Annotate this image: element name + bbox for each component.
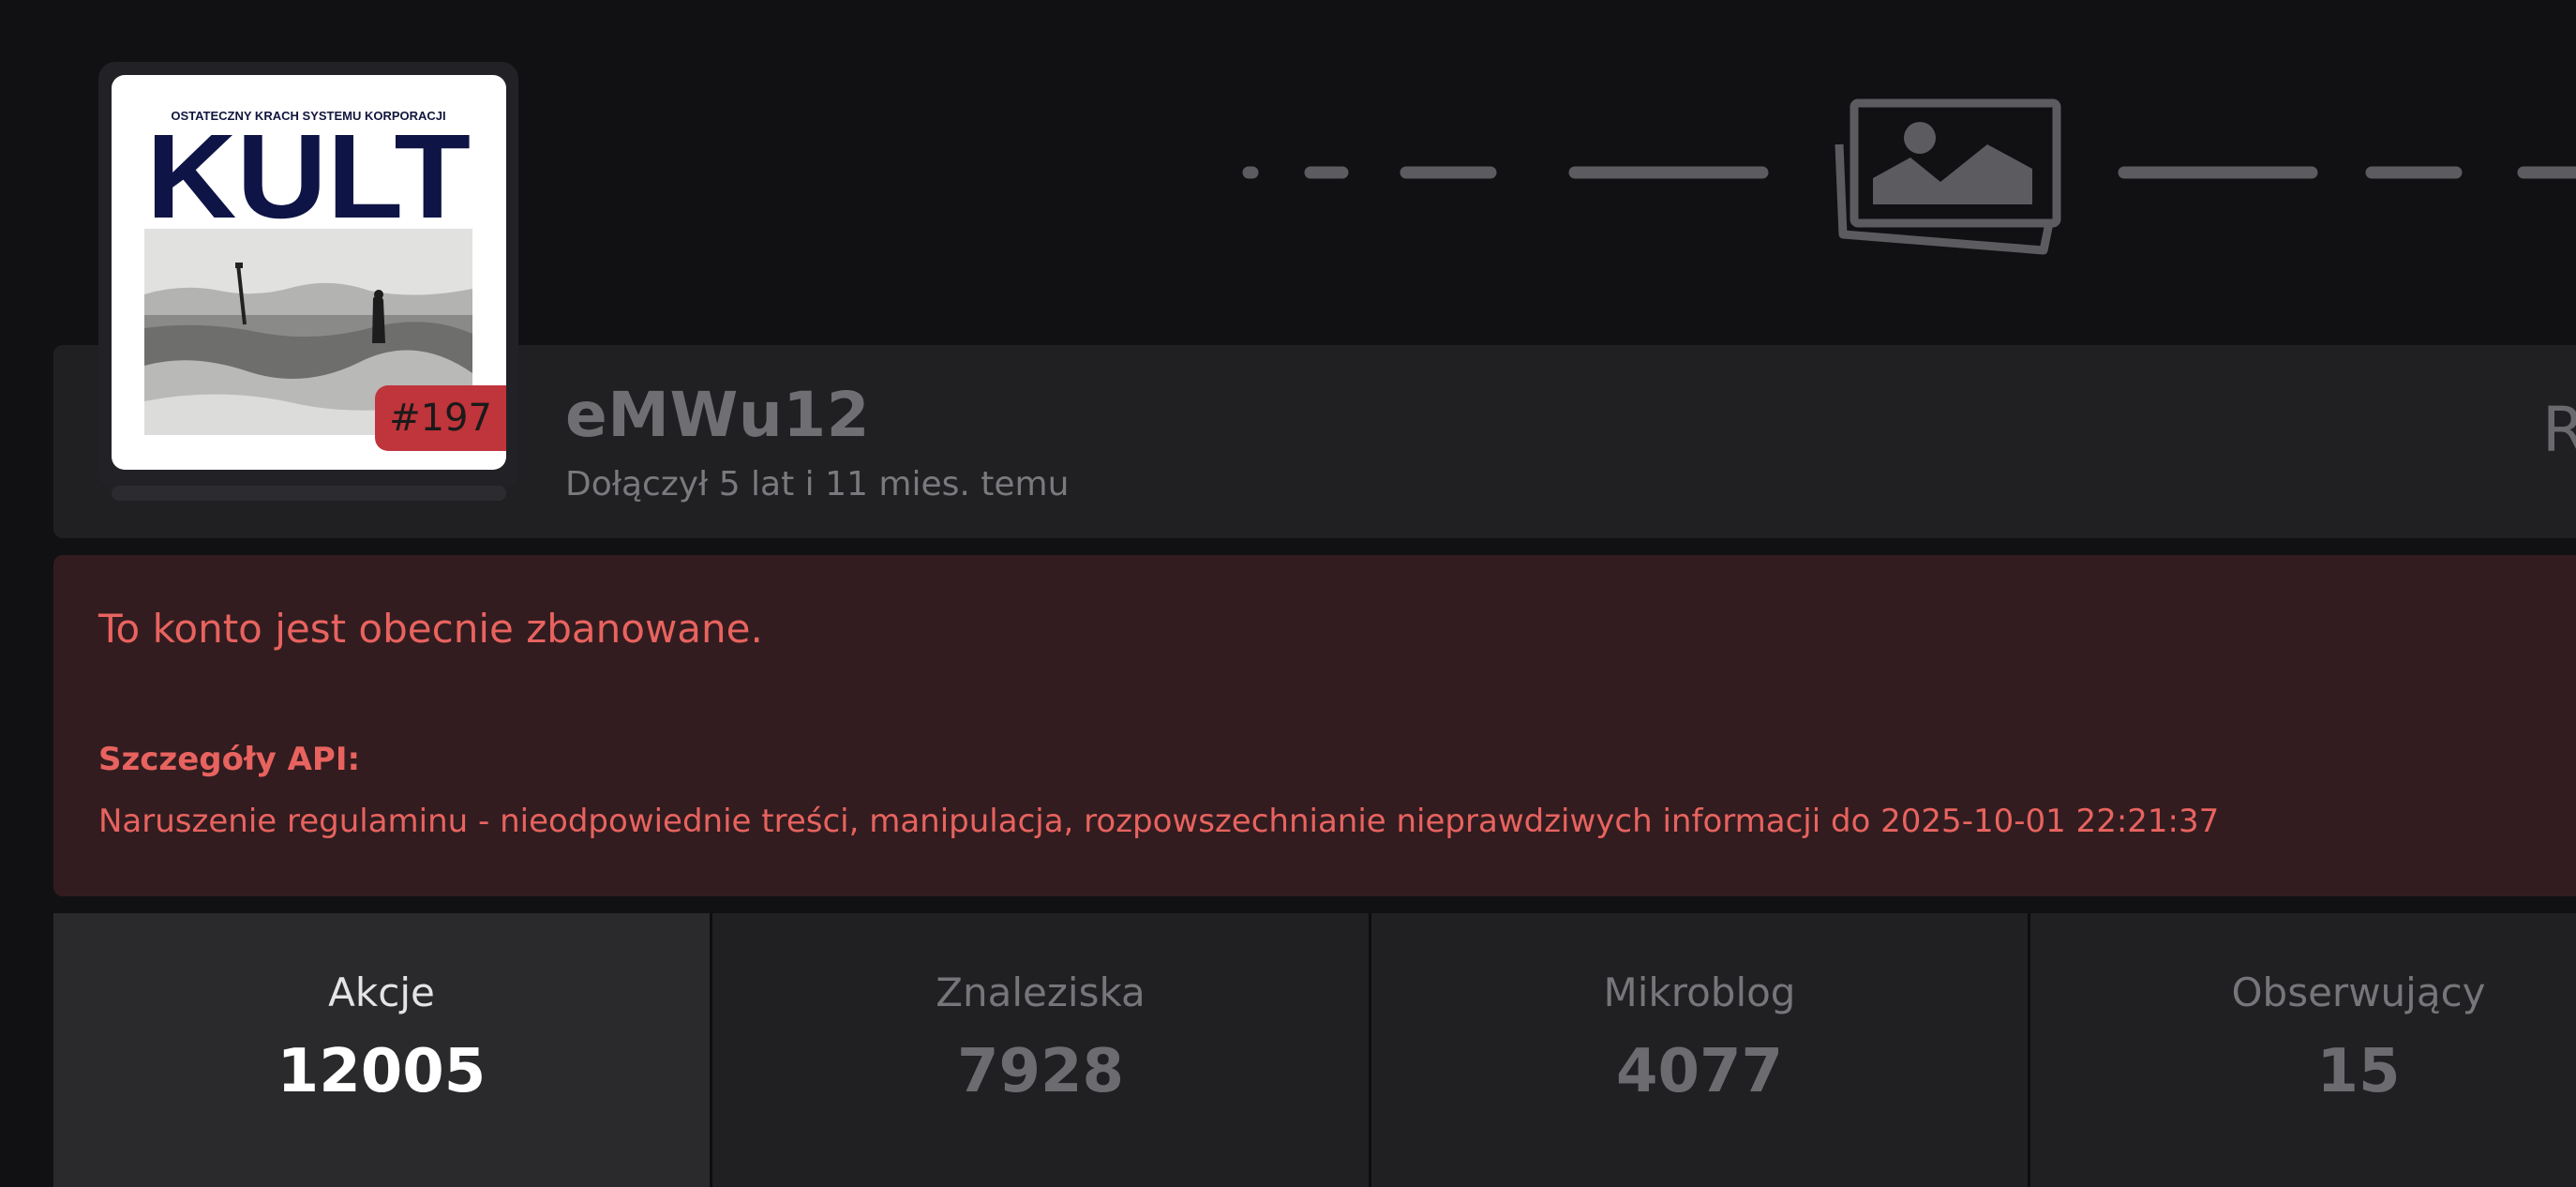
tab-obserwujacy[interactable]: Obserwujący 15 [2030,913,2576,1187]
stat-label: Obserwujący [2231,969,2486,1015]
cover-placeholder-graphic [1242,98,2576,255]
tab-mikroblog[interactable]: Mikroblog 4077 [1371,913,2028,1187]
ban-api-label: Szczegóły API: [98,741,361,778]
stat-value: 12005 [277,1037,487,1106]
truncated-header-text: R [2542,394,2576,466]
ban-notice: To konto jest obecnie zbanowane. Szczegó… [53,555,2576,896]
tab-znaleziska[interactable]: Znaleziska 7928 [712,913,1369,1187]
stat-value: 15 [2316,1037,2401,1106]
stat-value: 4077 [1615,1037,1784,1106]
stat-label: Znaleziska [936,969,1146,1015]
rank-progress-bar [112,486,506,501]
stat-label: Akcje [328,969,435,1015]
ban-api-detail: Naruszenie regulaminu - nieodpowiednie t… [98,803,2220,840]
stat-value: 7928 [956,1037,1125,1106]
tab-akcje[interactable]: Akcje 12005 [53,913,710,1187]
profile-page: eMWu12 Dołączył 5 lat i 11 mies. temu R … [0,0,2576,1187]
profile-stats-tabs: Akcje 12005 Znaleziska 7928 Mikroblog 40… [53,913,2576,1187]
stat-label: Mikroblog [1603,969,1796,1015]
join-date: Dołączył 5 lat i 11 mies. temu [565,465,1070,503]
avatar-title-text: KULT [146,110,471,244]
rank-badge: #197 [375,385,506,451]
ban-notice-title: To konto jest obecnie zbanowane. [98,606,763,652]
image-placeholder-icon [1835,98,2061,255]
username[interactable]: eMWu12 [565,379,870,451]
